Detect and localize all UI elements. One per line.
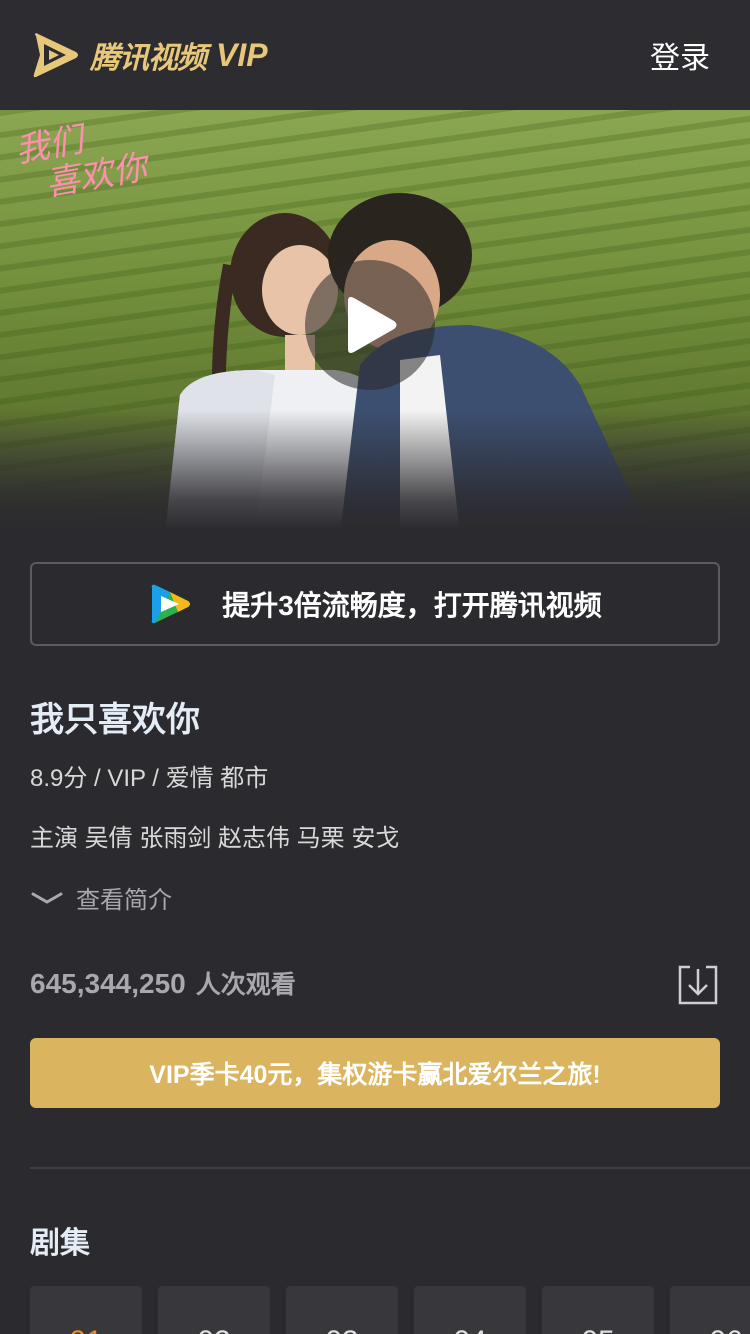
tencent-video-vip-logo[interactable]: 腾讯视频 VIP [30, 32, 268, 78]
episode-item[interactable]: 03 [286, 1286, 398, 1334]
video-poster[interactable]: 我们 喜欢你 [0, 110, 750, 530]
show-cast: 主演 吴倩 张雨剑 赵志伟 马栗 安戈 [30, 825, 400, 852]
login-button[interactable]: 登录 [650, 33, 710, 77]
synopsis-label: 查看简介 [76, 887, 172, 914]
open-app-text: 提升3倍流畅度，打开腾讯视频 [222, 590, 602, 621]
top-bar: 腾讯视频 VIP 登录 [0, 0, 750, 110]
view-count-number: 645,344,250 [30, 968, 186, 999]
chevron-down-icon [31, 892, 63, 904]
episode-list: 01 02 03 04 05 06 [30, 1286, 750, 1334]
episode-item[interactable]: 04 [414, 1286, 526, 1334]
episode-item[interactable]: 01 [30, 1286, 142, 1334]
episodes-heading: 剧集 [30, 1227, 90, 1260]
synopsis-toggle[interactable]: 查看简介 [30, 880, 172, 915]
episode-item[interactable]: 06 [670, 1286, 750, 1334]
brand-name: 腾讯视频 [90, 42, 207, 75]
episode-item[interactable]: 02 [158, 1286, 270, 1334]
open-app-banner[interactable]: 提升3倍流畅度，打开腾讯视频 [30, 562, 720, 646]
show-title: 我只喜欢你 [30, 701, 200, 739]
play-button[interactable] [305, 260, 435, 390]
poster-fade [0, 410, 750, 530]
vip-promo-banner[interactable]: VIP季卡40元，集权游卡赢北爱尔兰之旅! [30, 1038, 720, 1108]
show-title-artwork: 我们 喜欢你 [12, 110, 163, 208]
play-icon [348, 297, 397, 353]
section-divider [30, 1167, 750, 1169]
episode-item[interactable]: 05 [542, 1286, 654, 1334]
tencent-video-app-icon [152, 584, 191, 624]
download-icon[interactable] [678, 965, 718, 1005]
brand-vip: VIP [216, 36, 268, 73]
view-count-label: 人次观看 [195, 971, 296, 999]
play-logo-icon [33, 33, 78, 78]
show-meta: 8.9分 / VIP / 爱情 都市 [30, 765, 269, 792]
view-count: 645,344,250 人次观看 [30, 965, 296, 1001]
